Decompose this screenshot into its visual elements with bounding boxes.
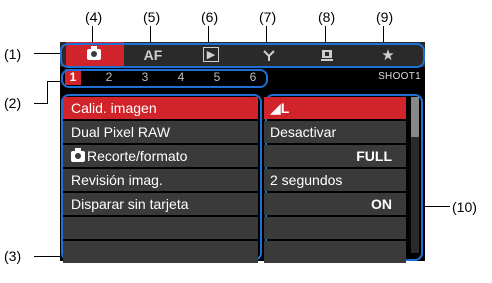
menu-item-label: Revisión imag. — [63, 169, 258, 191]
leader-line-5 — [150, 26, 151, 43]
callout-4: (4) — [85, 9, 103, 25]
leader-line-2a — [34, 103, 47, 104]
menu-item-value: ◢L — [264, 97, 406, 119]
subpage-highlight — [61, 69, 268, 88]
leader-line-4 — [92, 26, 93, 43]
leader-line-2c — [47, 81, 61, 82]
leader-line-10 — [424, 206, 450, 207]
leader-line-1 — [34, 53, 60, 54]
menu-row-empty — [60, 217, 425, 241]
tab-bar-highlight — [60, 43, 425, 68]
callout-2: (2) — [4, 95, 22, 111]
menu-item-value — [264, 217, 406, 239]
menu-item-value: 2 segundos — [264, 169, 406, 191]
callout-9: (9) — [376, 9, 394, 25]
menu-item-value — [264, 241, 406, 263]
camera-menu-screen: AF ▶ ★ 1 2 3 4 5 6 SHOOT1 Calid. imagen … — [60, 42, 425, 263]
callout-3: (3) — [4, 248, 22, 264]
menu-row-image-review[interactable]: Revisión imag. 2 segundos — [60, 169, 425, 193]
page-id-label: SHOOT1 — [378, 71, 421, 82]
camera-icon — [71, 148, 85, 162]
menu-row-release-without-card[interactable]: Disparar sin tarjeta ON — [60, 193, 425, 217]
menu-item-label — [63, 217, 258, 239]
menu-item-label — [63, 241, 258, 263]
menu-item-value: FULL — [264, 145, 406, 167]
leader-line-6 — [208, 26, 209, 43]
leader-line-7 — [266, 26, 267, 43]
menu-row-crop-aspect[interactable]: Recorte/formato FULL — [60, 145, 425, 169]
callout-10: (10) — [452, 199, 477, 215]
leader-line-9 — [383, 26, 384, 43]
leader-line-8 — [325, 26, 326, 43]
menu-item-value: ON — [264, 193, 406, 215]
leader-line-3 — [34, 256, 62, 257]
menu-item-value: Desactivar — [264, 121, 406, 143]
menu-item-label: Calid. imagen — [63, 97, 258, 119]
menu-row-image-quality[interactable]: Calid. imagen ◢L — [60, 97, 425, 121]
menu-item-label: Recorte/formato — [63, 145, 258, 167]
scrollbar[interactable] — [411, 97, 419, 253]
callout-8: (8) — [318, 9, 336, 25]
callout-5: (5) — [143, 9, 161, 25]
callout-1: (1) — [4, 46, 22, 62]
menu-row-dual-pixel-raw[interactable]: Dual Pixel RAW Desactivar — [60, 121, 425, 145]
leader-line-2b — [47, 81, 48, 104]
scrollbar-thumb[interactable] — [411, 97, 419, 137]
menu-row-empty — [60, 241, 425, 265]
callout-6: (6) — [201, 9, 219, 25]
menu-item-label: Disparar sin tarjeta — [63, 193, 258, 215]
callout-7: (7) — [259, 9, 277, 25]
menu-item-label: Dual Pixel RAW — [63, 121, 258, 143]
